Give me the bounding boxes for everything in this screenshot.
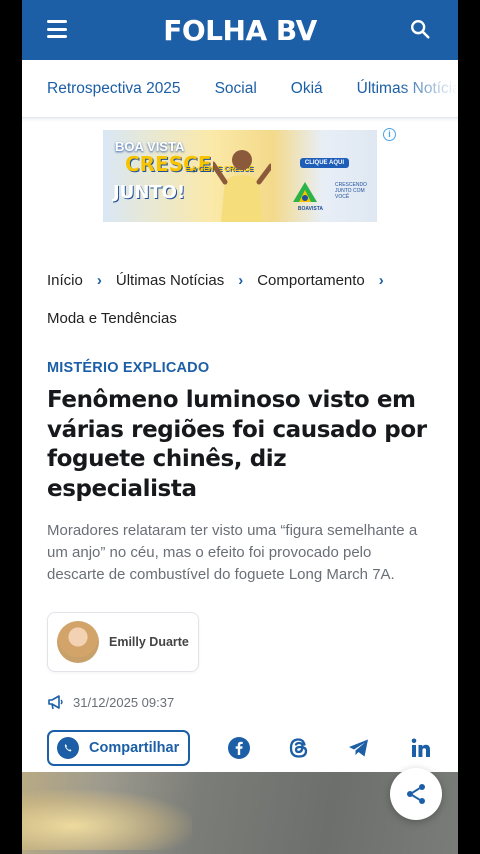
share-label: Compartilhar — [89, 740, 180, 756]
search-icon[interactable] — [409, 18, 431, 40]
ad-logo-label: BOAVISTA — [297, 206, 323, 212]
avatar — [57, 621, 99, 663]
article-kicker: MISTÉRIO EXPLICADO — [47, 360, 210, 376]
megaphone-icon — [48, 695, 63, 710]
author-card[interactable]: Emilly Duarte — [47, 612, 199, 672]
chevron-right-icon: › — [96, 272, 102, 289]
breadcrumb-inicio[interactable]: Início — [47, 272, 83, 289]
publish-date-row: 31/12/2025 09:37 — [47, 694, 433, 710]
publish-date: 31/12/2025 09:37 — [73, 694, 175, 710]
ad-line4: JUNTO! — [113, 182, 186, 203]
page: FOLHA BV Retrospectiva 2025 Social Okiá … — [22, 0, 458, 854]
share-whatsapp-button[interactable]: Compartilhar — [47, 730, 190, 766]
facebook-icon[interactable] — [227, 736, 251, 760]
whatsapp-icon — [57, 737, 79, 759]
nav-fade — [398, 60, 458, 117]
linkedin-icon[interactable] — [409, 736, 433, 760]
breadcrumb-moda-tendencias[interactable]: Moda e Tendências — [47, 310, 177, 327]
nav-item-retrospectiva[interactable]: Retrospectiva 2025 — [47, 80, 181, 98]
breadcrumb-comportamento[interactable]: Comportamento — [257, 272, 365, 289]
photo-light-glow — [22, 790, 192, 850]
threads-icon[interactable] — [287, 736, 311, 760]
ad-cta-button[interactable]: CLIQUE AQUI — [299, 158, 349, 168]
chevron-right-icon: › — [378, 272, 384, 289]
nav-item-social[interactable]: Social — [215, 80, 257, 98]
article-headline: Fenômeno luminoso visto em várias regiõe… — [47, 387, 427, 502]
ad-person-image — [213, 150, 271, 222]
share-icon — [407, 784, 425, 804]
floating-share-button[interactable] — [390, 768, 442, 820]
hamburger-menu-icon[interactable] — [47, 20, 67, 38]
ad-brand-logo-icon — [293, 182, 317, 202]
article-summary: Moradores relataram ter visto uma “figur… — [47, 522, 418, 583]
info-icon[interactable]: i — [383, 128, 396, 141]
breadcrumb-ultimas-noticias[interactable]: Últimas Notícias — [116, 272, 224, 289]
category-nav: Retrospectiva 2025 Social Okiá Últimas N… — [22, 60, 458, 118]
site-logo[interactable]: FOLHA BV — [163, 14, 317, 47]
top-bar: FOLHA BV — [22, 0, 458, 60]
ad-banner[interactable]: BOA VISTA CRESCE E A GENTE CRESCE JUNTO!… — [103, 130, 377, 222]
author-name: Emilly Duarte — [109, 635, 189, 649]
chevron-right-icon: › — [238, 272, 244, 289]
telegram-icon[interactable] — [347, 736, 371, 760]
nav-item-okia[interactable]: Okiá — [291, 80, 323, 98]
ad-slot: BOA VISTA CRESCE E A GENTE CRESCE JUNTO!… — [22, 122, 458, 228]
share-row: Compartilhar — [47, 730, 433, 766]
ad-slogan: CRESCENDO JUNTO COM VOCÊ — [335, 182, 367, 200]
breadcrumb: Início › Últimas Notícias › Comportamento › M… — [22, 228, 458, 338]
